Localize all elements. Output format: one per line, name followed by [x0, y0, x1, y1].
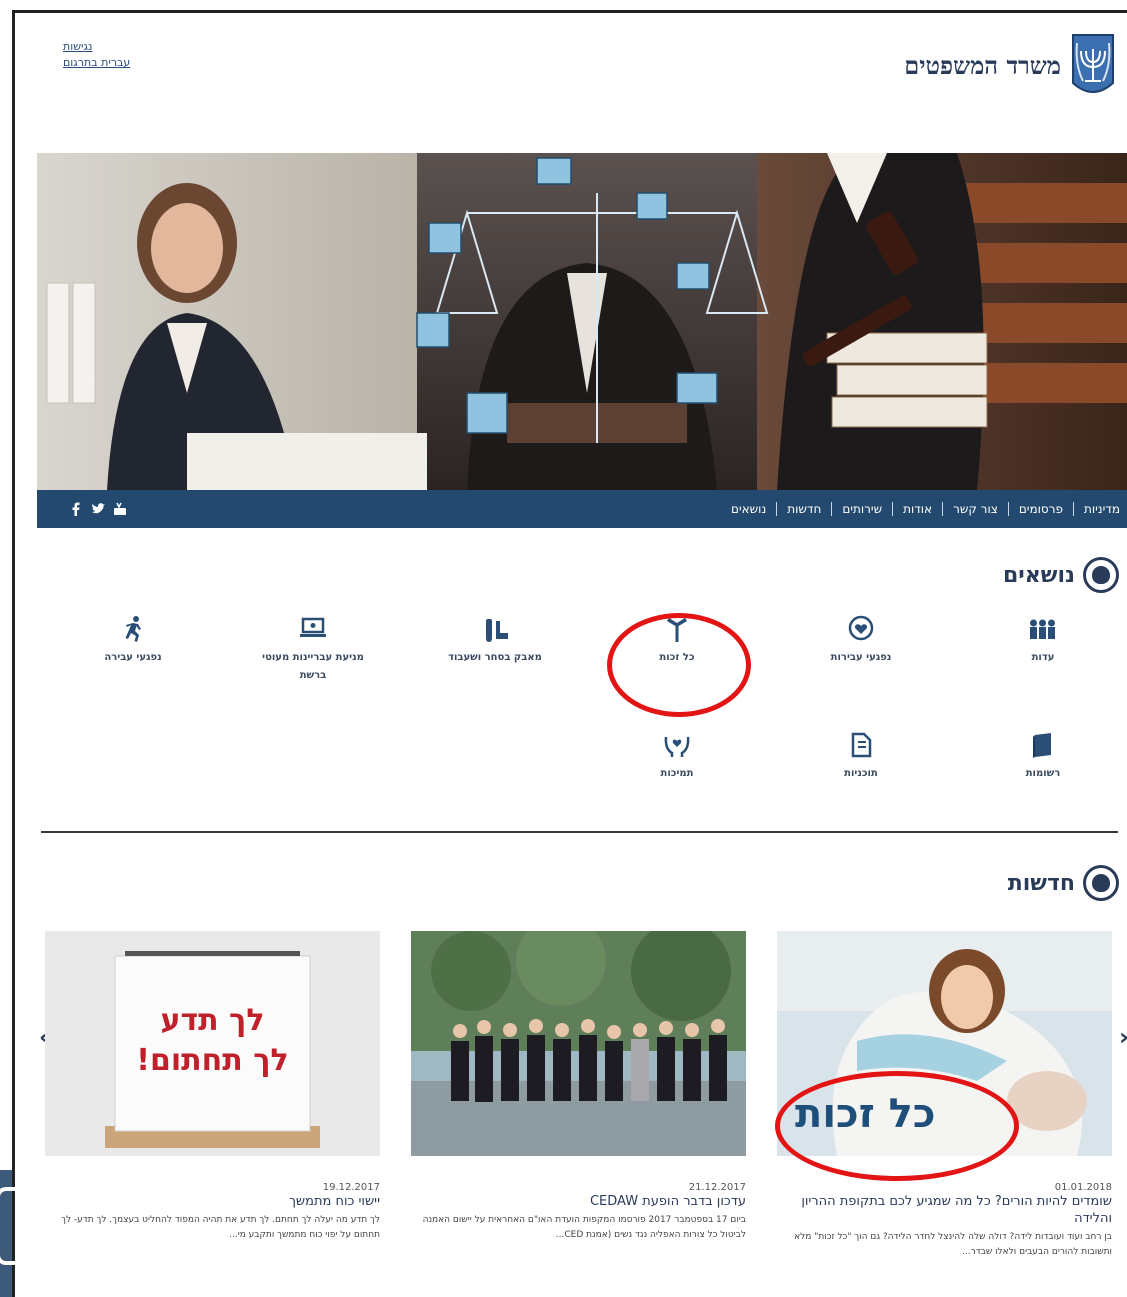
news-card-desc: בן רחב ועוד ועובדות לידה? דולה שלה להינצ…: [794, 1232, 1112, 1257]
news-card-date: 01.01.2018: [1054, 1182, 1112, 1193]
news-card[interactable]: כל זכות 01.01.2018 שומדים להיות הורים? כ…: [777, 931, 1112, 1260]
news-card[interactable]: 21.12.2017 עדכון בדבר הופעת CEDAW ביום 1…: [411, 931, 746, 1243]
topic-label: כל זכות: [659, 652, 695, 663]
accessibility-link[interactable]: נגישות: [63, 39, 130, 55]
news-icon: [1083, 865, 1119, 901]
nav-item-about[interactable]: אודות: [893, 502, 942, 516]
topic-every-right[interactable]: כל זכות: [617, 615, 737, 667]
main-nav: נושאים חדשות שירותים אודות צור קשר פרסומ…: [37, 490, 1127, 528]
topic-label: נפגעי עבירות: [830, 652, 892, 663]
news-card-image: [411, 931, 746, 1156]
topic-programs[interactable]: תוכניות: [801, 731, 921, 783]
youtube-icon[interactable]: [113, 501, 127, 515]
laptop-icon: [253, 615, 373, 649]
nav-item-news[interactable]: חדשות: [777, 502, 831, 516]
topic-label: רשומות: [1025, 768, 1061, 779]
news-card-date: 19.12.2017: [322, 1182, 380, 1193]
hero-banner-image: [37, 153, 1127, 490]
nav-divider: [831, 502, 833, 516]
running-person-icon: [73, 615, 193, 649]
nav-item-policy[interactable]: מדיניות: [1074, 502, 1127, 516]
news-card-title[interactable]: עדכון בדבר הופעת CEDAW: [411, 1193, 746, 1210]
news-card-desc: לך תדע מה יעלה לך תחתם. לך תדע את תהיה ה…: [61, 1215, 380, 1240]
topic-online-crime[interactable]: מניעת עבריינות מעוטי ברשת: [253, 615, 373, 685]
nav-menu: נושאים חדשות שירותים אודות צור קשר פרסומ…: [721, 490, 1127, 528]
news-card-desc: ביום 17 בספטמבר 2017 פורסמו המקפות הועדת…: [422, 1215, 746, 1240]
topic-label: תמיכות: [660, 768, 694, 779]
news-card-overlay-text: כל זכות: [795, 1091, 936, 1137]
nav-item-services[interactable]: שירותים: [832, 502, 892, 516]
handcuffs-icon: [435, 615, 555, 649]
facebook-icon[interactable]: [69, 501, 83, 516]
nav-divider: [942, 502, 944, 516]
signpost-icon: [617, 615, 737, 649]
browser-frame: נגישות עברית בתרגום משרד המשפטים נושאים …: [12, 10, 1127, 1297]
news-title: חדשות: [1007, 870, 1075, 896]
topic-label: תוכניות: [844, 768, 878, 779]
topic-support[interactable]: תמיכות: [617, 731, 737, 783]
section-divider: [41, 831, 1118, 833]
topic-label: נפגעי עבירה: [104, 652, 162, 663]
carousel-next-arrow[interactable]: ›: [1119, 1023, 1127, 1051]
hands-icon: [617, 731, 737, 765]
state-emblem-icon: [1072, 34, 1114, 93]
news-card-image: כל זכות: [777, 931, 1112, 1156]
nav-divider: [1072, 502, 1074, 516]
books-icon: [983, 731, 1103, 765]
news-card-date: 21.12.2017: [688, 1182, 746, 1193]
news-card-overlay-text: לך תדע לך תחתום!: [136, 1003, 289, 1078]
news-card[interactable]: לך תדע לך תחתום! 19.12.2017 יישוי כוח מת…: [45, 931, 380, 1243]
topic-anti-trafficking[interactable]: מאבק בסחר ושעבוד: [435, 615, 555, 667]
ministry-title: משרד המשפטים: [904, 51, 1061, 80]
ministry-brand[interactable]: משרד המשפטים: [904, 31, 1117, 101]
topic-crime-victims[interactable]: נפגעי עבירות: [801, 615, 921, 667]
social-links: [69, 501, 127, 516]
nav-divider: [892, 502, 894, 516]
topics-icon: [1083, 557, 1119, 593]
nav-divider: [1007, 502, 1009, 516]
topic-label: מאבק בסחר ושעבוד: [448, 652, 542, 663]
twitter-icon[interactable]: [91, 501, 105, 515]
nav-item-contact[interactable]: צור קשר: [943, 502, 1008, 516]
nav-item-topics[interactable]: נושאים: [721, 502, 776, 516]
people-icon: [983, 615, 1103, 649]
news-header: חדשות: [1008, 865, 1119, 901]
heart-icon: [801, 615, 921, 649]
nav-item-publications[interactable]: פרסומים: [1009, 502, 1073, 516]
news-card-image: לך תדע לך תחתום!: [45, 931, 380, 1156]
topic-offense-victims[interactable]: נפגעי עבירה: [73, 615, 193, 667]
accessibility-links: נגישות עברית בתרגום: [63, 39, 130, 71]
topics-header: נושאים: [1003, 557, 1119, 593]
nav-divider: [776, 502, 778, 516]
topics-title: נושאים: [1002, 562, 1075, 588]
topic-testimony[interactable]: עדות: [983, 615, 1103, 667]
side-tab-arc: [0, 1187, 16, 1265]
language-link[interactable]: עברית בתרגום: [63, 55, 130, 71]
topic-registries[interactable]: רשומות: [983, 731, 1103, 783]
document-icon: [801, 731, 921, 765]
topic-label: מניעת עבריינות מעוטי ברשת: [262, 652, 364, 681]
topic-label: עדות: [1031, 652, 1055, 663]
news-card-title[interactable]: יישוי כוח מתמשך: [45, 1193, 380, 1210]
news-card-title[interactable]: שומדים להיות הורים? כל מה שמגיע לכם בתקו…: [777, 1193, 1112, 1227]
